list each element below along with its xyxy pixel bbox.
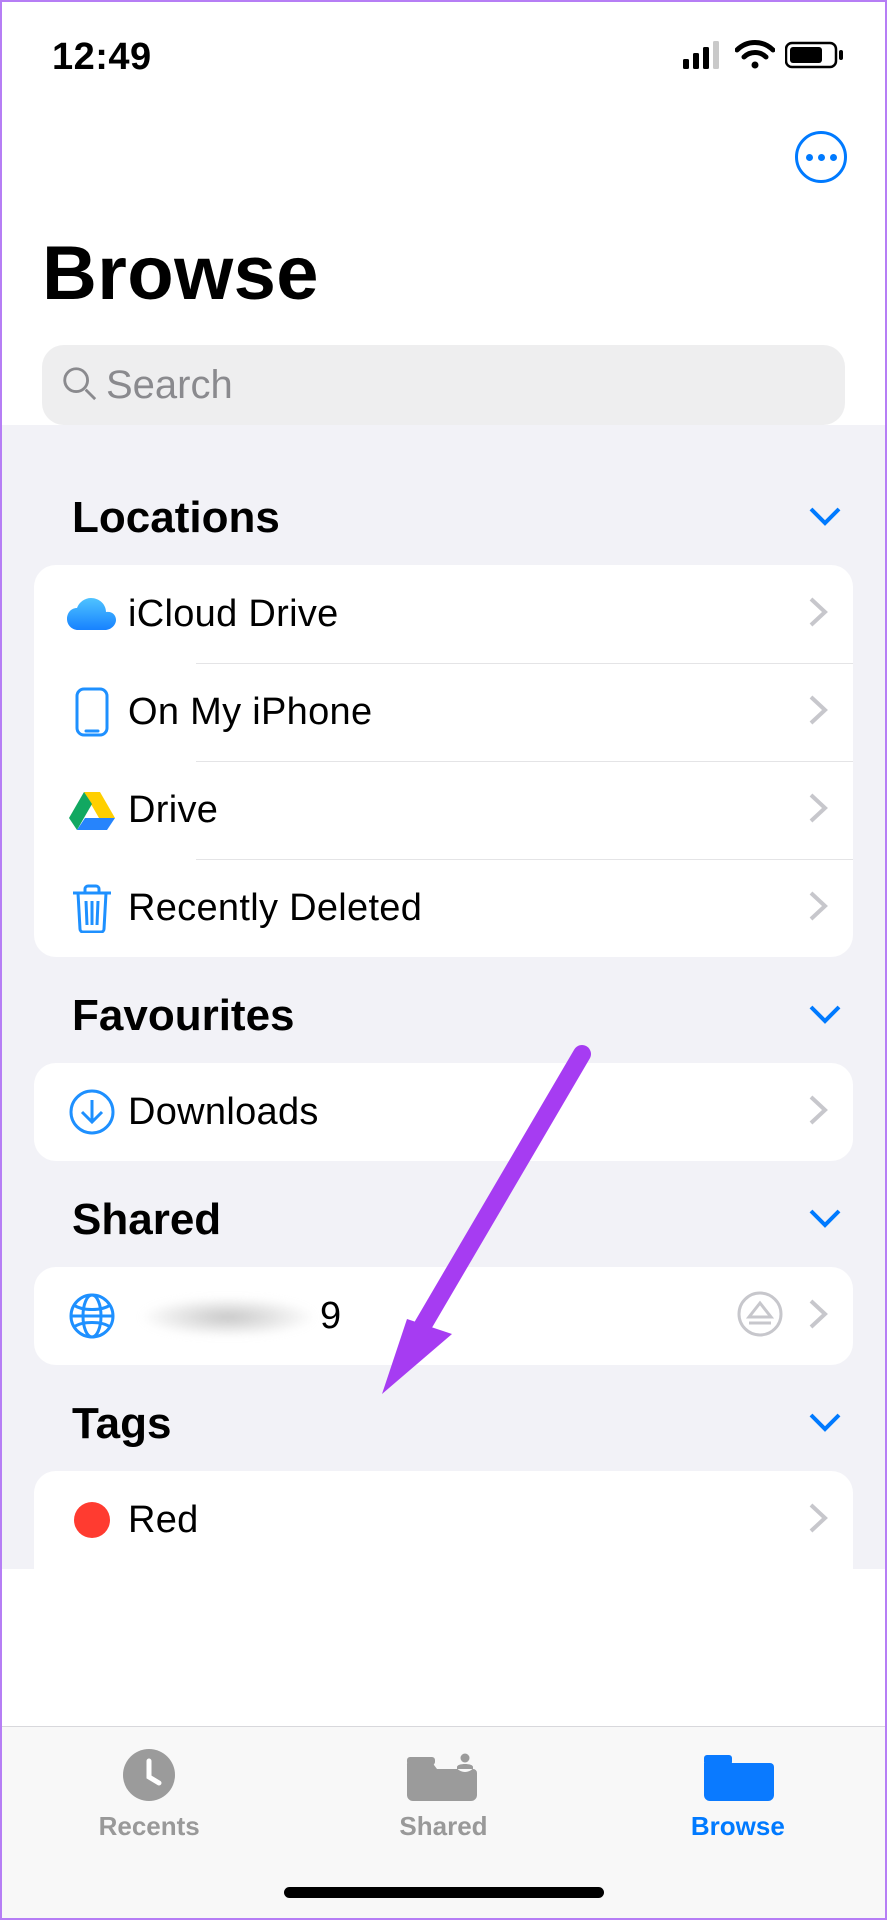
section-header-locations[interactable]: Locations (34, 461, 853, 565)
search-input[interactable] (104, 362, 827, 409)
location-google-drive[interactable]: Drive (34, 761, 853, 859)
section-header-shared[interactable]: Shared (34, 1163, 853, 1267)
section-title: Tags (72, 1399, 171, 1449)
section-locations: Locations iCloud Drive (2, 461, 885, 957)
tab-bar: Recents Shared Browse (2, 1726, 885, 1918)
tags-list: Red (34, 1471, 853, 1569)
row-label: 9 (128, 1295, 737, 1338)
location-recently-deleted[interactable]: Recently Deleted (34, 859, 853, 957)
tab-label: Recents (99, 1811, 200, 1842)
location-on-my-iphone[interactable]: On My iPhone (34, 663, 853, 761)
wifi-icon (735, 40, 775, 75)
tag-color-icon (56, 1502, 128, 1538)
chevron-right-icon (807, 595, 829, 634)
icloud-icon (56, 596, 128, 632)
tab-browse[interactable]: Browse (591, 1727, 885, 1918)
section-header-tags[interactable]: Tags (34, 1367, 853, 1471)
nav-header: Browse (2, 112, 885, 425)
row-label: Recently Deleted (128, 887, 807, 930)
trash-icon (56, 883, 128, 933)
section-title: Locations (72, 493, 280, 543)
clock-icon (121, 1745, 177, 1805)
favourite-downloads[interactable]: Downloads (34, 1063, 853, 1161)
shared-list: 9 (34, 1267, 853, 1365)
search-icon (60, 364, 98, 407)
folder-icon (702, 1745, 774, 1805)
section-tags: Tags Red (2, 1367, 885, 1569)
cellular-icon (683, 41, 725, 74)
locations-list: iCloud Drive On My iPhone (34, 565, 853, 957)
favourites-list: Downloads (34, 1063, 853, 1161)
chevron-right-icon (807, 1093, 829, 1132)
download-circle-icon (56, 1088, 128, 1136)
globe-icon (56, 1292, 128, 1340)
iphone-icon (56, 687, 128, 737)
tag-red[interactable]: Red (34, 1471, 853, 1569)
status-indicators (683, 40, 845, 75)
section-title: Shared (72, 1195, 221, 1245)
home-indicator[interactable] (284, 1887, 604, 1898)
more-options-button[interactable] (795, 131, 847, 183)
shared-folder-icon (405, 1745, 481, 1805)
row-label: On My iPhone (128, 691, 807, 734)
section-shared: Shared 9 (2, 1163, 885, 1365)
tab-label: Shared (399, 1811, 487, 1842)
chevron-right-icon (807, 1297, 829, 1336)
status-bar: 12:49 (2, 2, 885, 112)
section-title: Favourites (72, 991, 295, 1041)
chevron-down-icon (807, 1404, 843, 1445)
google-drive-icon (56, 790, 128, 830)
redacted-text (128, 1299, 328, 1335)
tab-label: Browse (691, 1811, 785, 1842)
chevron-down-icon (807, 996, 843, 1037)
row-label: iCloud Drive (128, 593, 807, 636)
row-label: Drive (128, 789, 807, 832)
row-label: Downloads (128, 1091, 807, 1134)
location-icloud-drive[interactable]: iCloud Drive (34, 565, 853, 663)
chevron-right-icon (807, 791, 829, 830)
chevron-down-icon (807, 1200, 843, 1241)
chevron-right-icon (807, 889, 829, 928)
search-field[interactable] (42, 345, 845, 425)
chevron-down-icon (807, 498, 843, 539)
battery-icon (785, 41, 845, 74)
chevron-right-icon (807, 693, 829, 732)
row-label: Red (128, 1499, 807, 1542)
section-header-favourites[interactable]: Favourites (34, 959, 853, 1063)
shared-server[interactable]: 9 (34, 1267, 853, 1365)
section-favourites: Favourites Downloads (2, 959, 885, 1161)
page-title: Browse (42, 230, 853, 317)
tab-recents[interactable]: Recents (2, 1727, 296, 1918)
chevron-right-icon (807, 1501, 829, 1540)
eject-button[interactable] (737, 1291, 783, 1342)
status-time: 12:49 (52, 36, 152, 79)
